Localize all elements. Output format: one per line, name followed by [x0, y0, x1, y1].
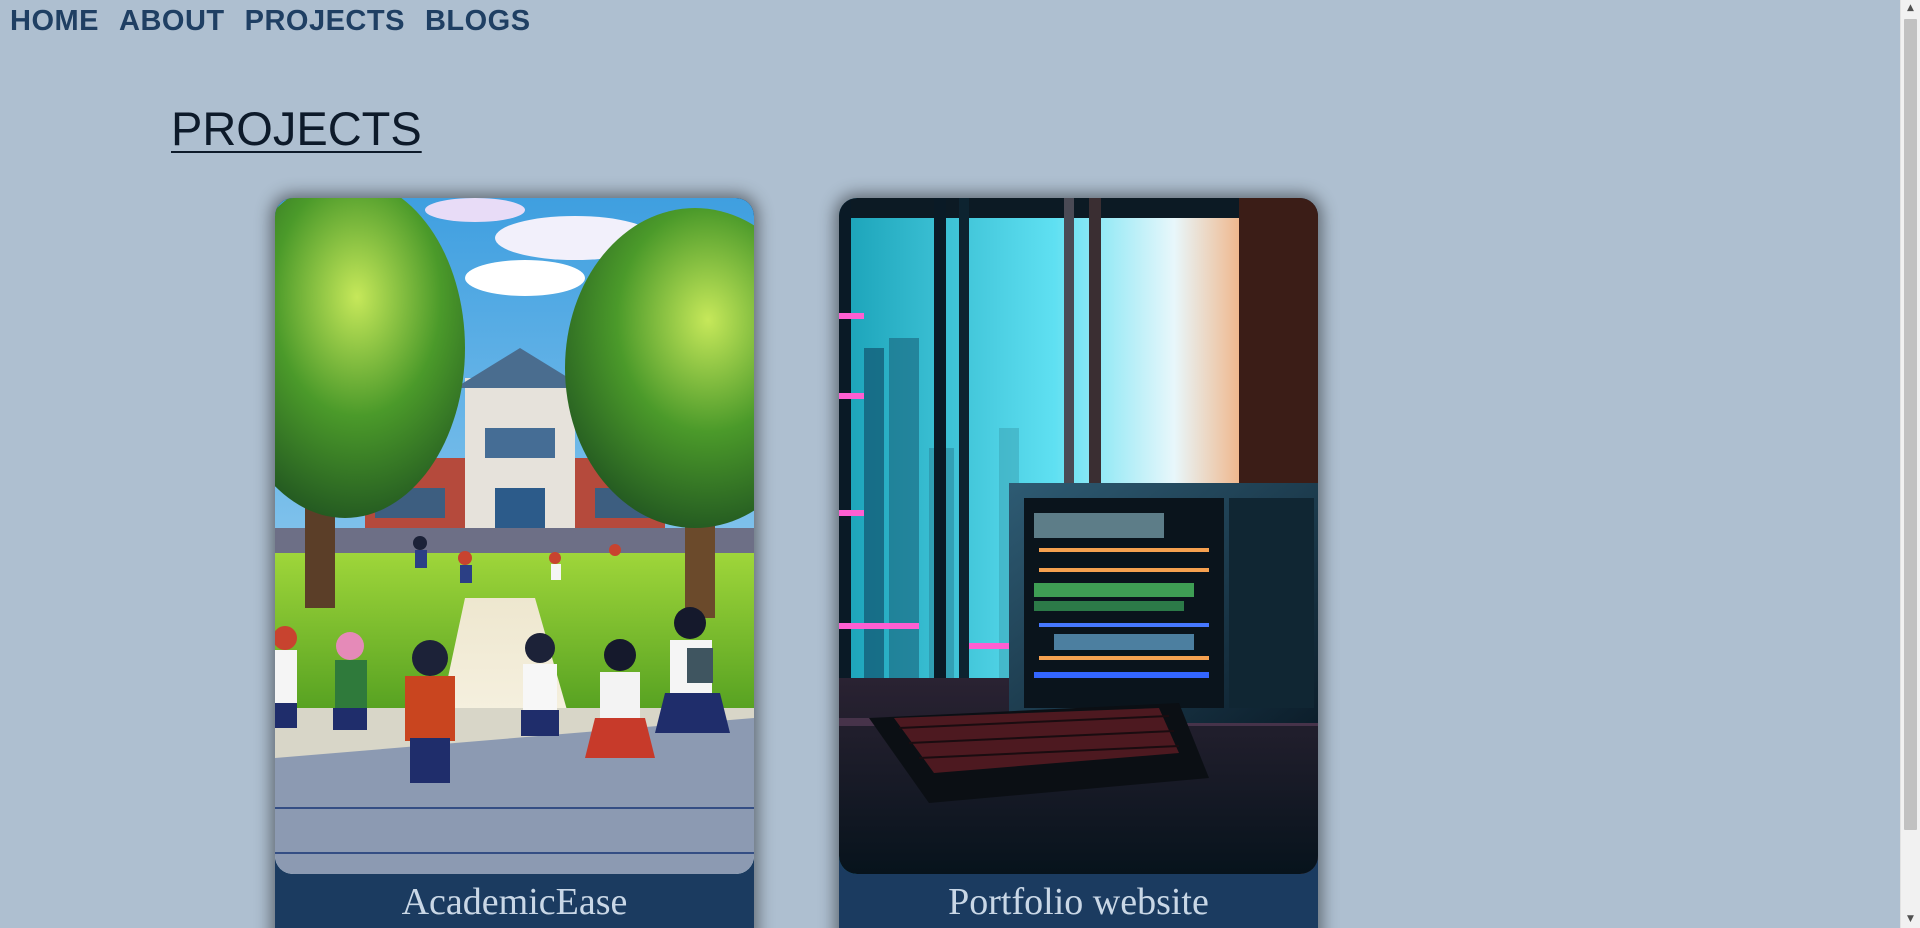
nav-blogs-link[interactable]: BLOGS: [425, 4, 531, 38]
chevron-down-icon[interactable]: ▼: [1901, 911, 1920, 928]
project-image-academicease[interactable]: [275, 198, 754, 874]
nav-projects-link[interactable]: PROJECTS: [245, 4, 405, 38]
nav-about-link[interactable]: ABOUT: [119, 4, 225, 38]
project-card-portfolio-website[interactable]: Portfolio website: [839, 198, 1318, 928]
project-card-academicease[interactable]: AcademicEase: [275, 198, 754, 928]
project-title-academicease[interactable]: AcademicEase: [275, 880, 754, 924]
project-image-portfolio-website[interactable]: [839, 198, 1318, 874]
scrollbar-thumb[interactable]: [1904, 19, 1917, 830]
nav-home-link[interactable]: HOME: [10, 4, 99, 38]
project-title-portfolio-website[interactable]: Portfolio website: [839, 880, 1318, 924]
chevron-up-icon[interactable]: ▲: [1901, 0, 1920, 17]
page: HOME ABOUT PROJECTS BLOGS PROJECTS Acade…: [0, 0, 1920, 928]
projects-heading: PROJECTS: [171, 102, 422, 155]
top-nav: HOME ABOUT PROJECTS BLOGS: [10, 4, 531, 38]
vertical-scrollbar[interactable]: ▲ ▼: [1900, 0, 1920, 928]
